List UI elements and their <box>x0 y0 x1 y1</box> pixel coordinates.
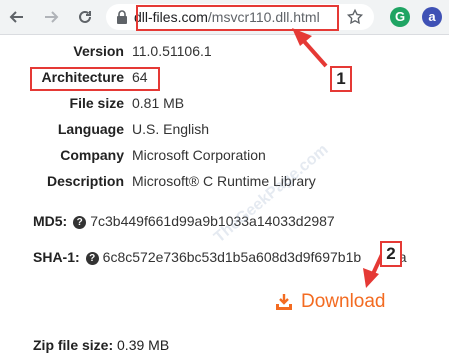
annotation-arrows <box>292 28 387 288</box>
arrow-1 <box>292 28 328 68</box>
step-2-badge: 2 <box>380 241 402 267</box>
step-1-badge: 1 <box>330 66 352 92</box>
